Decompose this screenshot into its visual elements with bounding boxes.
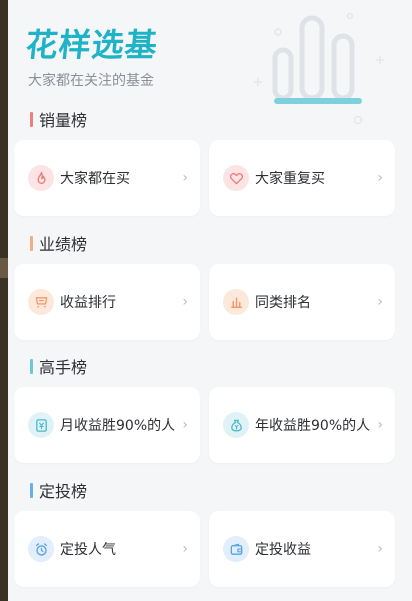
card-yearly-top[interactable]: 年收益胜90%的人 › xyxy=(209,387,395,463)
section-sales: 销量榜 xyxy=(30,107,87,131)
section-title: 定投榜 xyxy=(39,482,88,501)
section-accent-bar xyxy=(30,111,33,127)
card-label: 收益排行 xyxy=(60,295,116,311)
chevron-right-icon: › xyxy=(377,417,383,433)
section-accent-bar xyxy=(30,482,33,498)
chevron-right-icon: › xyxy=(182,170,188,186)
card-monthly-top[interactable]: 月收益胜90%的人 › xyxy=(14,387,200,463)
card-label: 年收益胜90%的人 xyxy=(255,418,371,434)
edge-mark xyxy=(0,268,8,278)
fund-picker-page: 花样选基 大家都在关注的基金 销量榜 大家都在买 › 大家重复买 › 业绩榜 收… xyxy=(8,0,412,601)
card-label: 同类排名 xyxy=(255,295,311,311)
calendar-yen-icon xyxy=(28,412,54,438)
money-bag-icon xyxy=(223,412,249,438)
page-title: 花样选基 xyxy=(23,26,160,64)
bar-chart-icon xyxy=(223,289,249,315)
wallet-icon xyxy=(223,536,249,562)
card-label: 大家都在买 xyxy=(60,171,130,187)
edge-mark xyxy=(0,258,8,268)
card-everyone-buying[interactable]: 大家都在买 › xyxy=(14,140,200,216)
chevron-right-icon: › xyxy=(182,541,188,557)
chevron-right-icon: › xyxy=(377,541,383,557)
section-title: 高手榜 xyxy=(39,358,88,377)
chevron-right-icon: › xyxy=(182,294,188,310)
bar-chart-illustration xyxy=(254,12,384,125)
card-everyone-rebuying[interactable]: 大家重复买 › xyxy=(209,140,395,216)
card-auto-invest-returns[interactable]: 定投收益 › xyxy=(209,511,395,587)
section-accent-bar xyxy=(30,235,33,251)
card-label: 定投收益 xyxy=(255,542,311,558)
card-peer-ranking[interactable]: 同类排名 › xyxy=(209,264,395,340)
chevron-right-icon: › xyxy=(377,294,383,310)
left-edge-strip xyxy=(0,0,8,601)
section-title: 业绩榜 xyxy=(39,235,88,254)
section-accent-bar xyxy=(30,358,33,374)
card-auto-invest-popular[interactable]: 定投人气 › xyxy=(14,511,200,587)
section-auto-invest: 定投榜 xyxy=(30,478,87,502)
card-return-ranking[interactable]: 收益排行 › xyxy=(14,264,200,340)
section-title: 销量榜 xyxy=(39,111,88,130)
alarm-clock-icon xyxy=(28,536,54,562)
chevron-right-icon: › xyxy=(377,170,383,186)
flame-icon xyxy=(28,165,54,191)
chevron-right-icon: › xyxy=(182,417,188,433)
heart-icon xyxy=(223,165,249,191)
section-performance: 业绩榜 xyxy=(30,231,87,255)
cart-icon xyxy=(28,289,54,315)
card-label: 大家重复买 xyxy=(255,171,325,187)
card-label: 月收益胜90%的人 xyxy=(60,418,176,434)
page-subtitle: 大家都在关注的基金 xyxy=(28,73,154,89)
section-experts: 高手榜 xyxy=(30,354,87,378)
card-label: 定投人气 xyxy=(60,542,116,558)
